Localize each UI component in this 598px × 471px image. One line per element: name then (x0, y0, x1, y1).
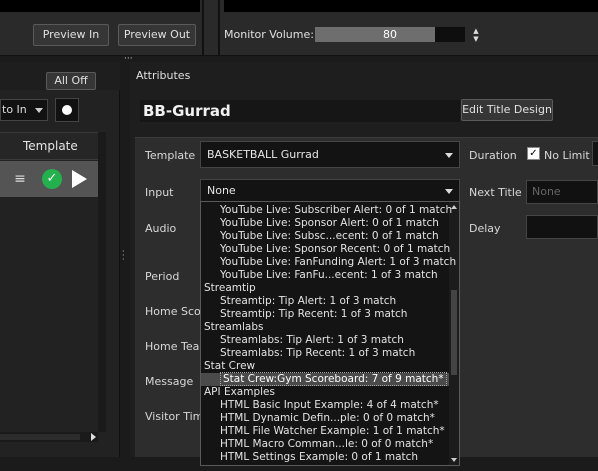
input-select-value: None (207, 184, 236, 197)
monitor-volume-value: 80 (383, 28, 397, 41)
chevron-right-icon[interactable] (91, 433, 96, 441)
divider (202, 0, 204, 56)
dropdown-option[interactable]: YouTube Live: Subsc...ecent: 0 of 1 matc… (201, 230, 449, 243)
input-dropdown-list[interactable]: YouTube Live: Subscriber Alert: 0 of 1 m… (200, 201, 460, 466)
dropdown-option[interactable]: YouTube Live: Sponsor Recent: 0 of 1 mat… (201, 243, 450, 256)
dropdown-group-header: Streamtip (204, 282, 256, 294)
top-toolbar: Preview In Preview Out Monitor Volume: 8… (0, 0, 598, 56)
title-name: BB-Gurrad (143, 102, 231, 120)
home-team-label: Home Team (145, 340, 200, 353)
dropdown-group-header: API Examples (204, 386, 275, 398)
dropdown-option[interactable]: Streamlabs: Tip Alert: 1 of 3 match (201, 334, 449, 347)
dropdown-option[interactable]: HTML File Watcher Example: 1 of 1 match* (201, 425, 449, 438)
duration-select[interactable] (592, 141, 598, 166)
duration-label: Duration (469, 149, 517, 162)
divider (218, 0, 220, 56)
message-label: Message (145, 375, 194, 388)
no-limit-label: No Limit (544, 149, 590, 162)
record-button[interactable] (55, 98, 79, 122)
template-select[interactable]: BASKETBALL Gurrad (200, 141, 460, 168)
record-dot-icon (62, 105, 72, 115)
all-off-button[interactable]: All Off (46, 72, 96, 90)
horizontal-scrollbar[interactable] (0, 432, 98, 442)
dropdown-group-header: Streamlabs (204, 321, 264, 333)
dropdown-option[interactable]: YouTube Live: FanFu...ecent: 1 of 3 matc… (201, 269, 449, 282)
chevron-down-icon[interactable] (451, 458, 457, 462)
vertical-scrollbar[interactable] (98, 132, 106, 432)
transition-select-value: to In (2, 103, 27, 116)
list-icon[interactable]: ≡ (10, 170, 30, 188)
caret-down-icon (445, 189, 453, 194)
audio-label: Audio (145, 222, 177, 235)
preview-in-button[interactable]: Preview In (33, 24, 109, 46)
dropdown-option[interactable]: HTML Basic Input Example: 4 of 4 match* (201, 399, 449, 412)
splitter-handle-vertical[interactable]: · · · (122, 248, 125, 264)
input-label: Input (145, 186, 174, 199)
dropdown-option[interactable]: Streamlabs: Tip Recent: 1 of 3 match (201, 347, 449, 360)
dropdown-option[interactable]: Stat Crew:Gym Scoreboard: 7 of 9 match* (201, 372, 449, 386)
monitor-volume-label: Monitor Volume: (224, 28, 314, 41)
no-limit-checkbox[interactable]: ✓ (527, 147, 540, 160)
left-panel-header: All Off (0, 62, 120, 90)
monitor-strip (224, 0, 598, 12)
dropdown-option[interactable]: Streamtip: Tip Recent: 1 of 3 match (201, 308, 449, 321)
chevron-up-icon[interactable]: ▲ (471, 27, 481, 35)
dropdown-option[interactable]: YouTube Live: FanFunding Alert: 1 of 3 m… (201, 256, 456, 269)
dropdown-option[interactable]: YouTube Live: Sponsor Alert: 0 of 1 matc… (201, 217, 449, 230)
visitor-time-label: Visitor Time (145, 410, 200, 423)
template-label: Template (145, 149, 196, 162)
template-column-header[interactable]: Template (0, 132, 98, 160)
chevron-down-icon[interactable]: ▼ (471, 35, 481, 43)
next-title-placeholder: None (532, 185, 561, 198)
attributes-heading: Attributes (136, 69, 191, 82)
next-title-label: Next Title (469, 186, 522, 199)
volume-spinner[interactable]: ▲ ▼ (471, 27, 481, 43)
dropdown-option[interactable]: YouTube Live: Subscriber Alert: 0 of 1 m… (201, 204, 452, 217)
play-icon[interactable] (72, 170, 87, 188)
scrollbar-thumb[interactable] (451, 290, 457, 375)
table-row[interactable]: ≡ ✓ (0, 161, 98, 197)
scrollbar-thumb[interactable] (0, 434, 80, 440)
delay-label: Delay (469, 222, 501, 235)
caret-down-icon (445, 153, 453, 158)
dropdown-scrollbar[interactable] (449, 202, 459, 465)
transition-select[interactable]: to In (0, 99, 48, 121)
home-score-label: Home Score (145, 305, 200, 318)
template-header-label: Template (23, 139, 78, 153)
preview-strip (0, 0, 200, 12)
dropdown-option[interactable]: Streamtip: Tip Alert: 1 of 3 match (201, 295, 449, 308)
input-select[interactable]: None (200, 179, 460, 203)
preview-out-button[interactable]: Preview Out (118, 24, 196, 46)
template-select-value: BASKETBALL Gurrad (207, 148, 319, 161)
dropdown-option[interactable]: HTML Macro Comman...le: 0 of 0 match* (201, 438, 449, 451)
monitor-volume-slider[interactable]: 80 (315, 27, 465, 42)
delay-field[interactable] (526, 215, 598, 239)
left-panel: All Off to In Template ≡ ✓ (0, 62, 120, 457)
caret-down-icon (35, 108, 43, 113)
title-name-field[interactable]: BB-Gurrad (140, 100, 460, 122)
period-label: Period (145, 270, 180, 283)
next-title-field[interactable]: None (526, 180, 598, 204)
dropdown-option[interactable]: HTML Settings Example: 0 of 1 match (201, 451, 449, 464)
check-circle-icon[interactable]: ✓ (42, 169, 62, 189)
dropdown-option[interactable]: HTML Dynamic Defin...ple: 0 of 0 match* (201, 412, 449, 425)
edit-title-design-button[interactable]: Edit Title Design (461, 99, 553, 121)
